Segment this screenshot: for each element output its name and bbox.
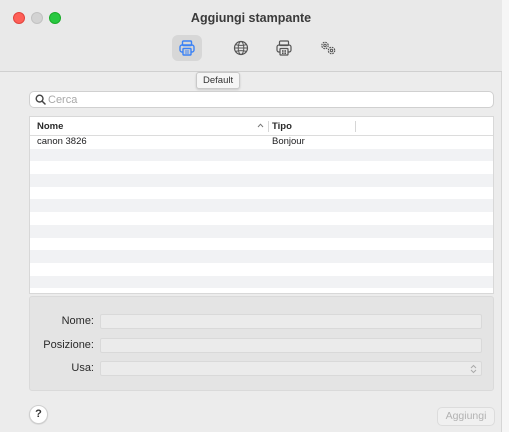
empty-row [30,224,493,238]
search-field[interactable] [29,91,494,108]
help-button[interactable]: ? [29,405,48,424]
gears-icon [321,41,336,55]
window-title: Aggiungi stampante [190,11,312,25]
column-header-type[interactable]: Tipo [272,117,292,136]
sort-ascending-icon[interactable] [257,123,264,128]
table-rows: canon 3826 Bonjour [30,136,493,293]
use-select[interactable] [100,361,482,376]
name-field[interactable] [100,314,482,329]
add-printer-window: Aggiungi stampante Default Cerca Nome Ti… [0,0,502,432]
add-button[interactable]: Aggiungi [437,407,495,426]
toolbar-tooltip: Default [196,72,241,89]
search-input[interactable] [48,92,488,107]
column-separator[interactable] [268,121,269,132]
empty-row [30,238,493,251]
location-field[interactable] [100,338,482,353]
chevron-up-down-icon [470,364,477,374]
toolbar-default-button[interactable] [172,35,202,61]
printer-icon [179,40,195,56]
empty-row [30,148,493,162]
empty-row [30,275,493,289]
name-label: Nome: [61,315,94,327]
title-bar: Aggiungi stampante [0,0,502,72]
table-row[interactable]: canon 3826 Bonjour [30,136,493,149]
column-separator[interactable] [355,121,356,132]
empty-row [30,288,493,293]
table-header: Nome Tipo [30,117,493,136]
empty-row [30,187,493,200]
printer-type-cell: Bonjour [272,136,305,147]
toolbar-advanced-button[interactable] [313,35,343,61]
background-strip [502,0,509,432]
printer-details-panel: Nome: Posizione: Usa: [29,296,494,391]
use-label: Usa: [71,362,94,374]
globe-icon [233,40,249,56]
empty-row [30,161,493,174]
printer-name-cell: canon 3826 [37,136,87,147]
location-label: Posizione: [43,339,94,351]
search-icon [35,94,46,105]
empty-row [30,174,493,187]
empty-row [30,250,493,263]
toolbar-windows-button[interactable] [269,35,299,61]
windows-printer-icon [276,40,292,56]
empty-row [30,263,493,276]
column-header-name[interactable]: Nome [37,117,63,136]
toolbar-ip-button[interactable] [226,35,256,61]
empty-row [30,212,493,225]
empty-row [30,199,493,213]
printer-table: Nome Tipo canon 3826 Bonjour [29,116,494,294]
